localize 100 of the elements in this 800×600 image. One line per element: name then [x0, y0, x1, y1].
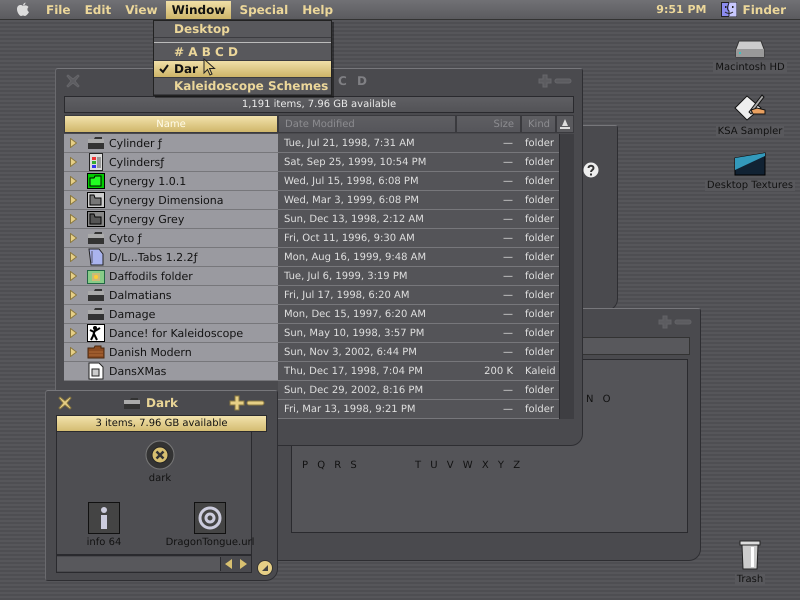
file-name: Cylinder ƒ	[109, 136, 162, 150]
icon-label[interactable]: DragonTongue.url	[166, 537, 254, 548]
table-cell: Sun, Dec 29, 2002, 8:16 PM	[278, 381, 456, 400]
menu-title[interactable]: Help	[296, 0, 340, 18]
close-icon[interactable]	[58, 396, 72, 410]
name-cell[interactable]: Cyto ƒ	[64, 229, 278, 248]
name-cell[interactable]: Cynergy Grey	[64, 210, 278, 229]
file-name: D/L...Tabs 1.2.2ƒ	[109, 250, 198, 264]
table-cell: —	[456, 324, 521, 343]
disclosure-triangle-icon[interactable]	[70, 271, 77, 281]
table-cell: —	[456, 172, 521, 191]
icon-label[interactable]: Desktop Textures	[704, 180, 796, 191]
file-name: Dance! for Kaleidoscope	[109, 326, 244, 340]
disclosure-triangle-icon[interactable]	[70, 233, 77, 243]
disclosure-triangle-icon[interactable]	[70, 252, 77, 262]
icon-label[interactable]: T U V W X Y Z	[415, 460, 524, 471]
table-cell: —	[456, 305, 521, 324]
scroll-bar[interactable]	[559, 134, 574, 419]
name-cell[interactable]: Cynergy Dimensiona	[64, 191, 278, 210]
file-name: Cynergy Grey	[109, 212, 184, 226]
name-cell[interactable]: DansXMas	[64, 362, 278, 381]
name-cell[interactable]: Dance! for Kaleidoscope	[64, 324, 278, 343]
name-cell[interactable]: Dalmatians	[64, 286, 278, 305]
name-cell[interactable]: D/L...Tabs 1.2.2ƒ	[64, 248, 278, 267]
menu-item[interactable]: Dar	[154, 61, 331, 78]
disclosure-triangle-icon[interactable]	[70, 176, 77, 186]
apple-icon[interactable]	[16, 2, 30, 17]
texture-folder-icon[interactable]	[734, 152, 766, 176]
table-cell: Tue, Jul 21, 1998, 7:31 AM	[278, 134, 456, 153]
icon-label[interactable]: Trash	[734, 574, 766, 585]
resize-handle-icon[interactable]	[257, 560, 273, 576]
name-cell[interactable]: Cylindersƒ	[64, 153, 278, 172]
folder-icon	[87, 231, 105, 245]
folder-icon	[87, 288, 105, 302]
trash-icon[interactable]	[739, 540, 761, 570]
disclosure-triangle-icon[interactable]	[70, 309, 77, 319]
file-name: Damage	[109, 308, 156, 320]
file-name: Danish Modern	[109, 346, 192, 358]
application-menu[interactable]: Finder	[742, 2, 786, 16]
scroll-bar[interactable]	[57, 557, 221, 571]
name-cell[interactable]: Daffodils folder	[64, 267, 278, 286]
menu-item[interactable]: Kaleidoscope Schemes	[154, 78, 331, 95]
finder-icon[interactable]	[720, 2, 736, 17]
sort-order-button[interactable]	[556, 115, 574, 133]
icon-label[interactable]: dark	[148, 473, 172, 484]
disclosure-triangle-icon[interactable]	[70, 138, 77, 148]
icon-label[interactable]: KSA Sampler	[716, 126, 784, 137]
file-name: Cynergy 1.0.1	[109, 174, 186, 188]
disclosure-triangle-icon[interactable]	[70, 157, 77, 167]
table-cell: folder	[521, 324, 559, 343]
disclosure-triangle-icon[interactable]	[70, 328, 77, 338]
table-cell: Tue, Jul 6, 1999, 3:19 PM	[278, 267, 456, 286]
table-cell: folder	[521, 191, 559, 210]
disclosure-triangle-icon[interactable]	[70, 290, 77, 300]
folder-icon	[87, 192, 105, 208]
name-cell[interactable]: Danish Modern	[64, 343, 278, 362]
menu-title[interactable]: Window	[166, 0, 232, 18]
color-swatch-icon	[87, 153, 105, 171]
pen-and-hand-icon[interactable]	[733, 92, 767, 122]
table-cell: Wed, Jul 15, 1998, 6:08 PM	[278, 172, 456, 191]
window-title: Dark	[146, 396, 178, 410]
table-cell: —	[456, 400, 521, 419]
table-cell: 200 K	[456, 362, 521, 381]
info-icon[interactable]	[88, 502, 120, 534]
round-button-icon[interactable]	[145, 440, 175, 470]
file-name: Cylindersƒ	[109, 156, 164, 168]
table-cell: —	[456, 153, 521, 172]
table-cell: Fri, Oct 11, 1996, 9:30 AM	[278, 229, 456, 248]
help-icon[interactable]	[583, 162, 599, 178]
icon-label[interactable]: Macintosh HD	[713, 62, 787, 73]
clock[interactable]: 9:51 PM	[656, 3, 706, 16]
disclosure-triangle-icon[interactable]	[70, 347, 77, 357]
disclosure-triangle-icon[interactable]	[70, 195, 77, 205]
info-bar: 3 items, 7.96 GB available	[56, 415, 267, 432]
zoom-icon[interactable]	[229, 395, 265, 411]
document-icon	[87, 362, 105, 380]
table-cell: —	[456, 286, 521, 305]
table-cell: Thu, Dec 17, 1998, 7:04 PM	[278, 362, 456, 381]
table-cell: —	[456, 343, 521, 362]
name-cell[interactable]: Cylinder ƒ	[64, 134, 278, 153]
menu-item[interactable]: Desktop	[154, 21, 331, 38]
hard-drive-icon[interactable]	[735, 40, 765, 58]
menu-title[interactable]: File	[40, 0, 77, 18]
table-cell: Sun, Nov 3, 2002, 6:44 PM	[278, 343, 456, 362]
name-cell[interactable]: Damage	[64, 305, 278, 324]
folder-icon	[87, 345, 105, 359]
table-cell: —	[456, 267, 521, 286]
folder-icon	[87, 268, 105, 284]
file-name: DansXMas	[109, 364, 166, 378]
table-cell: folder	[521, 381, 559, 400]
menu-title[interactable]: Special	[233, 0, 294, 18]
disclosure-triangle-icon[interactable]	[70, 214, 77, 224]
table-cell: Kaleid	[521, 362, 559, 381]
menu-title[interactable]: View	[119, 0, 164, 18]
icon-label[interactable]: P Q R S	[302, 460, 360, 471]
name-cell[interactable]: Cynergy 1.0.1	[64, 172, 278, 191]
icon-label[interactable]: N O	[586, 394, 614, 405]
icon-label[interactable]: info 64	[86, 537, 122, 548]
menu-title[interactable]: Edit	[78, 0, 118, 18]
table-cell: Fri, Mar 13, 1998, 9:21 PM	[278, 400, 456, 419]
